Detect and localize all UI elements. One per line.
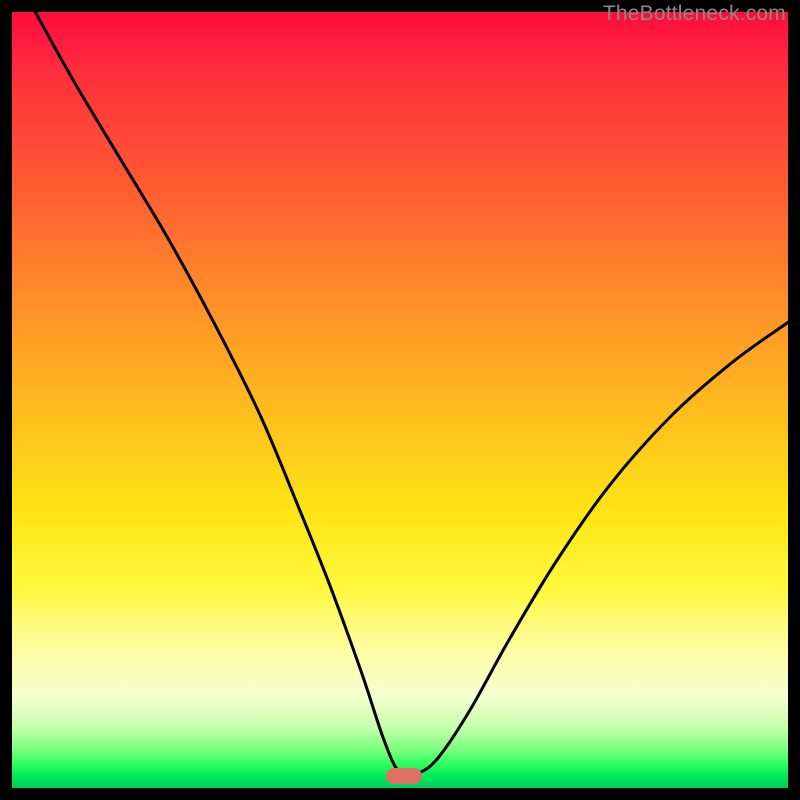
watermark-text: TheBottleneck.com	[603, 2, 786, 26]
bottleneck-curve	[12, 12, 788, 788]
optimal-marker	[386, 768, 422, 784]
chart-container: TheBottleneck.com	[0, 0, 800, 800]
